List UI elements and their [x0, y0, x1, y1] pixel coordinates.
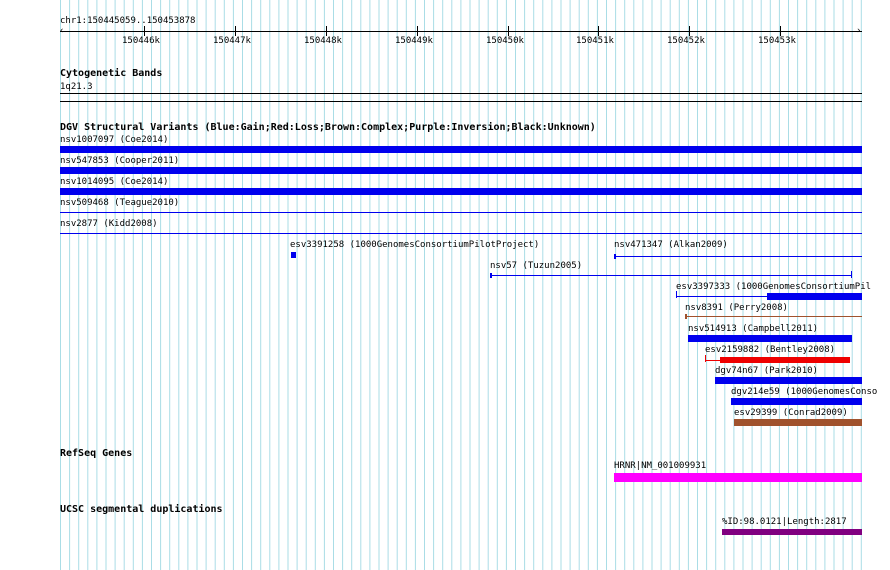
dgv-feature-span-line[interactable] [60, 212, 862, 213]
dgv-feature-label[interactable]: esv2159882 (Bentley2008) [705, 345, 835, 355]
dgv-feature-bar[interactable] [715, 377, 862, 384]
ruler-tick-label: 150449k [395, 36, 433, 46]
dgv-feature-bar[interactable] [720, 357, 850, 363]
ruler-tick-label: 150447k [213, 36, 251, 46]
dgv-span-end-cap [851, 271, 852, 278]
ruler-tick-mark [326, 26, 327, 36]
dgv-feature-label[interactable]: nsv514913 (Campbell2011) [688, 324, 818, 334]
dgv-feature-bar[interactable] [490, 273, 492, 278]
dgv-feature-label[interactable]: dgv74n67 (Park2010) [715, 366, 818, 376]
dgv-feature-bar[interactable] [60, 167, 862, 174]
ruler-axis [60, 31, 862, 32]
refseq-gene-bar[interactable] [614, 473, 862, 482]
segdup-bar[interactable] [722, 529, 862, 535]
ruler-tick-label: 150452k [667, 36, 705, 46]
dgv-feature-bar[interactable] [685, 314, 687, 319]
dgv-feature-bar[interactable] [291, 252, 296, 258]
ruler-tick-label: 150451k [576, 36, 614, 46]
cytogenetic-band-label: 1q21.3 [60, 82, 93, 92]
ruler-tick-mark [235, 26, 236, 36]
dgv-feature-label[interactable]: esv3391258 (1000GenomesConsortiumPilotPr… [290, 240, 539, 250]
refseq-header: RefSeq Genes [60, 448, 133, 459]
ruler-tick-mark [417, 26, 418, 36]
dgv-header: DGV Structural Variants (Blue:Gain;Red:L… [60, 122, 596, 133]
dgv-feature-bar[interactable] [60, 188, 862, 195]
ruler-tick-mark [508, 26, 509, 36]
dgv-feature-label[interactable]: nsv57 (Tuzun2005) [490, 261, 582, 271]
dgv-span-end-cap [676, 291, 677, 298]
dgv-feature-label[interactable]: nsv8391 (Perry2008) [685, 303, 788, 313]
dgv-feature-bar[interactable] [60, 146, 862, 153]
dgv-feature-bar[interactable] [767, 293, 862, 300]
segdup-header: UCSC segmental duplications [60, 504, 223, 515]
ruler-tick-label: 150450k [486, 36, 524, 46]
segdup-label[interactable]: %ID:98.0121|Length:2817 [722, 517, 847, 527]
dgv-feature-label[interactable]: nsv509468 (Teague2010) [60, 198, 179, 208]
dgv-feature-span-line[interactable] [614, 256, 862, 257]
dgv-feature-bar[interactable] [734, 419, 862, 426]
cytogenetic-header: Cytogenetic Bands [60, 68, 163, 79]
dgv-feature-span-line[interactable] [60, 233, 862, 234]
dgv-feature-bar[interactable] [688, 335, 852, 342]
dgv-feature-label[interactable]: nsv2877 (Kidd2008) [60, 219, 158, 229]
refseq-gene-label[interactable]: HRNR|NM_001009931 [614, 461, 706, 471]
ruler-label: chr1:150445059..150453878 [60, 16, 196, 26]
dgv-feature-label[interactable]: nsv547853 (Cooper2011) [60, 156, 179, 166]
cytogenetic-band-line-top [60, 93, 862, 94]
dgv-feature-label[interactable]: nsv1007097 (Coe2014) [60, 135, 168, 145]
ruler-tick-mark [780, 26, 781, 36]
ruler-left-arrow: ‹ [59, 26, 65, 36]
ruler-tick-label: 150453k [758, 36, 796, 46]
dgv-feature-label[interactable]: nsv471347 (Alkan2009) [614, 240, 728, 250]
dgv-feature-bar[interactable] [614, 254, 616, 259]
dgv-feature-bar[interactable] [731, 398, 862, 405]
cytogenetic-band-line-bottom [60, 101, 862, 102]
dgv-span-end-cap [705, 355, 706, 362]
ruler-tick-mark [689, 26, 690, 36]
ruler-right-arrow: › [856, 26, 862, 36]
dgv-feature-label[interactable]: esv29399 (Conrad2009) [734, 408, 848, 418]
dgv-feature-label[interactable]: esv3397333 (1000GenomesConsortiumPil [676, 282, 871, 292]
ruler-tick-label: 150448k [304, 36, 342, 46]
ruler-tick-mark [598, 26, 599, 36]
dgv-feature-label[interactable]: dgv214e59 (1000GenomesConso [731, 387, 877, 397]
ruler-tick-label: 150446k [122, 36, 160, 46]
dgv-feature-span-line[interactable] [490, 275, 852, 276]
dgv-feature-span-line[interactable] [685, 316, 862, 317]
dgv-feature-label[interactable]: nsv1014095 (Coe2014) [60, 177, 168, 187]
ruler-tick-mark [144, 26, 145, 36]
